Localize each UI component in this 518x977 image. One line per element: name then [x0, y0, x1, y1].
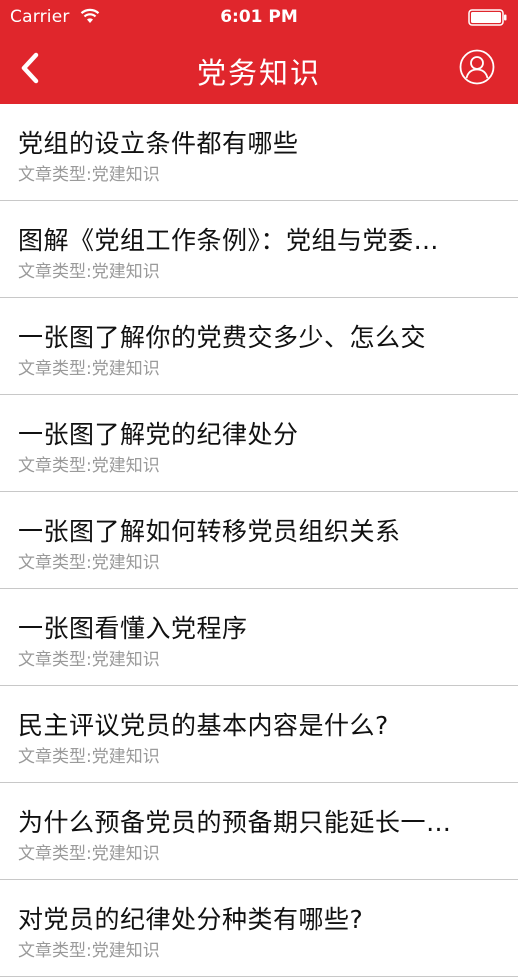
article-type: 文章类型:党建知识	[18, 941, 160, 961]
article-type: 文章类型:党建知识	[18, 165, 160, 185]
article-title: 民主评议党员的基本内容是什么?	[18, 711, 389, 740]
article-title: 一张图了解党的纪律处分	[18, 420, 299, 449]
list-item[interactable]: 对党员的纪律处分种类有哪些? 文章类型:党建知识	[0, 880, 518, 977]
navigation-bar: 党务知识	[0, 34, 518, 104]
article-type: 文章类型:党建知识	[18, 553, 160, 573]
article-list: 党组的设立条件都有哪些 文章类型:党建知识 图解《党组工作条例》：党组与党委… …	[0, 104, 518, 977]
article-title: 一张图看懂入党程序	[18, 614, 248, 643]
user-circle-icon	[459, 49, 495, 85]
list-item[interactable]: 民主评议党员的基本内容是什么? 文章类型:党建知识	[0, 686, 518, 783]
article-title: 图解《党组工作条例》：党组与党委…	[18, 226, 440, 255]
status-time: 6:01 PM	[220, 7, 298, 27]
article-type: 文章类型:党建知识	[18, 359, 160, 379]
article-type: 文章类型:党建知识	[18, 456, 160, 476]
article-title: 一张图了解如何转移党员组织关系	[18, 517, 401, 546]
list-item[interactable]: 一张图看懂入党程序 文章类型:党建知识	[0, 589, 518, 686]
status-bar: Carrier 6:01 PM	[0, 0, 518, 34]
article-type: 文章类型:党建知识	[18, 844, 160, 864]
list-item[interactable]: 图解《党组工作条例》：党组与党委… 文章类型:党建知识	[0, 201, 518, 298]
article-title: 对党员的纪律处分种类有哪些?	[18, 905, 364, 934]
list-item[interactable]: 为什么预备党员的预备期只能延长一… 文章类型:党建知识	[0, 783, 518, 880]
article-type: 文章类型:党建知识	[18, 650, 160, 670]
article-type: 文章类型:党建知识	[18, 262, 160, 282]
article-title: 党组的设立条件都有哪些	[18, 129, 299, 158]
page-title: 党务知识	[196, 56, 321, 90]
profile-button[interactable]	[458, 48, 496, 86]
article-title: 一张图了解你的党费交多少、怎么交	[18, 323, 427, 352]
battery-icon	[468, 9, 507, 26]
article-type: 文章类型:党建知识	[18, 747, 160, 767]
article-title: 为什么预备党员的预备期只能延长一…	[18, 808, 452, 837]
list-item[interactable]: 一张图了解如何转移党员组织关系 文章类型:党建知识	[0, 492, 518, 589]
list-item[interactable]: 一张图了解你的党费交多少、怎么交 文章类型:党建知识	[0, 298, 518, 395]
list-item[interactable]: 党组的设立条件都有哪些 文章类型:党建知识	[0, 104, 518, 201]
list-item[interactable]: 一张图了解党的纪律处分 文章类型:党建知识	[0, 395, 518, 492]
